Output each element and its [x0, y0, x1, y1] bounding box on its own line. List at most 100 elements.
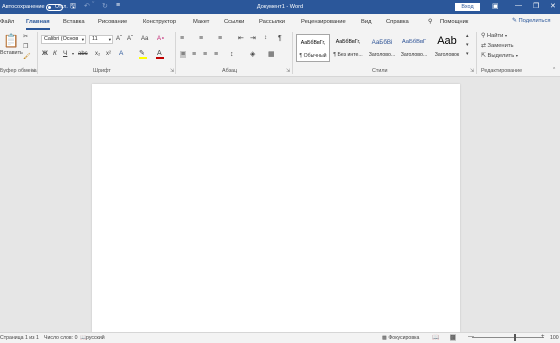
styles-scroll-up-icon[interactable]: ▴	[466, 34, 469, 39]
share-button[interactable]: ✎ Поделиться	[512, 18, 551, 24]
zoom-level[interactable]: 100	[550, 335, 559, 341]
style-sample: АаБбВі	[371, 39, 393, 46]
zoom-slider-track[interactable]	[472, 337, 544, 338]
font-group-label: Шрифт	[93, 68, 111, 74]
close-icon[interactable]: ✕	[550, 2, 556, 10]
tab-layout[interactable]: Макет	[193, 19, 209, 25]
print-layout-icon[interactable]: ▩	[450, 334, 456, 341]
language-indicator[interactable]: русский	[86, 335, 105, 341]
document-page[interactable]	[92, 84, 460, 332]
share-label: Поделиться	[518, 18, 551, 24]
change-case-icon[interactable]: Aa	[141, 36, 148, 42]
font-size-combo[interactable]: 11 ▾	[89, 35, 113, 44]
style-no-spacing[interactable]: АаБбВвГг, ¶ Без инте...	[331, 34, 365, 62]
tab-draw[interactable]: Рисование	[98, 19, 127, 25]
find-button[interactable]: ⚲ Найти ▾	[481, 33, 507, 40]
tab-help[interactable]: Справка	[386, 19, 409, 25]
sign-in-button[interactable]: Вход	[455, 3, 480, 11]
grow-font-icon[interactable]: Aˆ	[116, 36, 122, 42]
ribbon-tabs: Файл Главная Вставка Рисование Конструкт…	[0, 14, 560, 30]
highlight-icon[interactable]: ✎	[139, 50, 145, 57]
align-center-icon[interactable]: ≡	[192, 51, 196, 58]
numbering-icon[interactable]: ≡	[199, 35, 203, 42]
tab-tell-me[interactable]: Помощник	[440, 19, 468, 25]
shading-icon[interactable]: ◈	[250, 51, 255, 58]
strikethrough-icon[interactable]: abc	[78, 51, 88, 57]
tab-references[interactable]: Ссылки	[224, 19, 244, 25]
bullets-icon[interactable]: ≡	[180, 35, 184, 42]
align-right-icon[interactable]: ≡	[203, 51, 207, 58]
underline-icon[interactable]: Ч	[63, 50, 67, 58]
clear-formatting-icon[interactable]: A∘	[157, 36, 165, 42]
collapse-ribbon-icon[interactable]: ⌃	[552, 68, 556, 73]
font-color-icon[interactable]: A	[157, 50, 162, 57]
multilevel-list-icon[interactable]: ≡	[218, 35, 222, 42]
paste-icon[interactable]: 📋	[3, 34, 19, 47]
chevron-down-icon: ▾	[515, 53, 518, 58]
tab-review[interactable]: Рецензирование	[301, 19, 346, 25]
tab-view[interactable]: Вид	[361, 19, 372, 25]
chevron-down-icon: ▾	[81, 37, 84, 42]
select-button[interactable]: ⇱ Выделить ▾	[481, 53, 518, 60]
tab-home[interactable]: Главная	[26, 19, 50, 25]
copy-icon[interactable]: ❐	[23, 44, 28, 50]
text-effects-icon[interactable]: A	[119, 50, 123, 58]
title-bar: Автосохранение Откл. 🖫 ↶ ˇ ↻ ≡ Документ1…	[0, 0, 560, 14]
sort-icon[interactable]: ↕	[264, 35, 267, 41]
font-launcher-icon[interactable]: ⇲	[170, 68, 174, 74]
styles-more-icon[interactable]: ▾	[466, 52, 469, 57]
clipboard-launcher-icon[interactable]: ⇲	[31, 68, 35, 74]
tab-design[interactable]: Конструктор	[143, 19, 176, 25]
bold-icon[interactable]: Ж	[42, 50, 48, 58]
style-heading-2[interactable]: АаБбВвГ Заголово...	[398, 34, 430, 62]
align-left-icon[interactable]: ≡	[180, 51, 187, 58]
paragraph-launcher-icon[interactable]: ⇲	[286, 68, 290, 74]
word-count[interactable]: Число слов: 0	[44, 335, 77, 341]
show-marks-icon[interactable]: ¶	[278, 35, 282, 42]
borders-icon[interactable]: ▦	[268, 51, 275, 58]
font-name-value: Calibri (Основ	[44, 36, 79, 42]
shrink-font-icon[interactable]: Aˇ	[127, 36, 133, 42]
tab-insert[interactable]: Вставка	[63, 19, 85, 25]
group-separator	[292, 32, 293, 74]
italic-icon[interactable]: К	[53, 50, 57, 58]
ribbon-display-options-icon[interactable]: ▣	[492, 2, 499, 10]
font-name-combo[interactable]: Calibri (Основ ▾	[41, 35, 86, 44]
replace-button[interactable]: ⇄ Заменить	[481, 43, 514, 50]
page-count[interactable]: Страница 1 из 1	[0, 335, 39, 341]
subscript-icon[interactable]: x₂	[95, 51, 100, 57]
line-spacing-icon[interactable]: ↕	[230, 51, 234, 58]
chevron-down-icon: ▾	[108, 37, 111, 42]
justify-icon[interactable]: ≡	[214, 51, 218, 58]
format-painter-icon[interactable]: 🖌	[23, 54, 31, 60]
style-sample: АаБбВвГг,	[335, 39, 361, 45]
zoom-slider-thumb[interactable]	[514, 334, 516, 341]
replace-icon: ⇄	[481, 43, 486, 49]
restore-icon[interactable]: ❐	[533, 2, 539, 10]
style-name: ¶ Без инте...	[333, 52, 363, 58]
read-mode-icon[interactable]: 📖	[432, 334, 439, 341]
decrease-indent-icon[interactable]: ⇤	[238, 35, 244, 42]
styles-launcher-icon[interactable]: ⇲	[470, 68, 474, 74]
style-sample: АаБбВвГ	[401, 39, 427, 45]
style-heading-1[interactable]: АаБбВі Заголово...	[366, 34, 398, 62]
style-normal[interactable]: АаБбВвГг, ¶ Обычный	[296, 34, 330, 62]
superscript-icon[interactable]: x²	[106, 51, 111, 57]
share-icon: ✎	[512, 18, 517, 24]
cut-icon[interactable]: ✂	[23, 34, 28, 40]
zoom-in-icon[interactable]: +	[541, 334, 545, 340]
style-title[interactable]: Aab Заголовок	[431, 34, 463, 62]
select-label: Выделить	[487, 53, 515, 59]
increase-indent-icon[interactable]: ⇥	[250, 35, 256, 42]
paste-button[interactable]: Вставить	[0, 50, 23, 56]
tab-file[interactable]: Файл	[0, 19, 14, 25]
styles-group-label: Стили	[372, 68, 388, 74]
style-name: Заголово...	[368, 52, 396, 58]
underline-dropdown-icon[interactable]: ▾	[72, 52, 74, 56]
minimize-icon[interactable]: —	[515, 2, 522, 9]
focus-label: Фокусировка	[388, 335, 420, 341]
style-name: Заголовок	[434, 52, 460, 58]
tab-mailings[interactable]: Рассылки	[259, 19, 285, 25]
styles-scroll-down-icon[interactable]: ▾	[466, 43, 469, 48]
focus-mode-button[interactable]: ▩ Фокусировка	[382, 335, 419, 341]
